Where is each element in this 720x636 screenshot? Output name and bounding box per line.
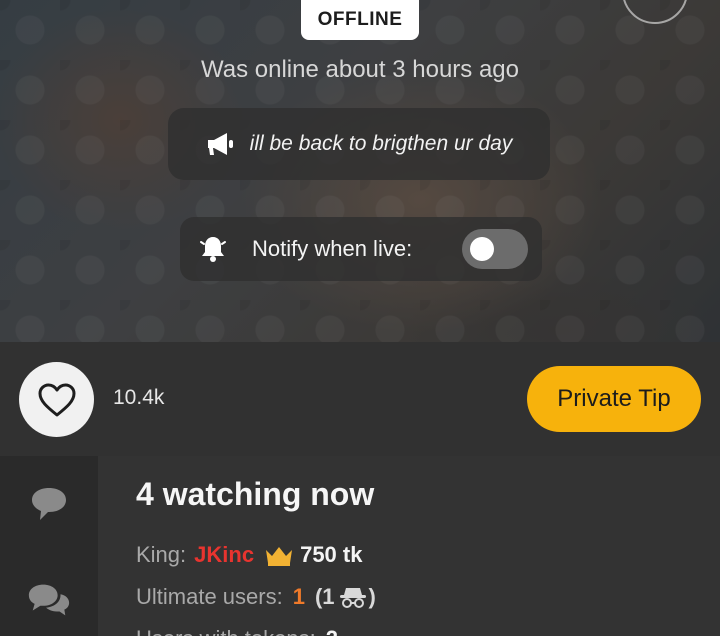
last-seen-text: Was online about 3 hours ago bbox=[201, 56, 519, 83]
offline-badge: OFFLINE bbox=[301, 0, 419, 40]
chat-bubble-icon bbox=[32, 488, 66, 520]
ultimate-anon-count: (1 ) bbox=[315, 584, 376, 610]
notify-toggle[interactable] bbox=[462, 229, 528, 269]
megaphone-icon bbox=[207, 133, 233, 155]
ultimate-anon-open: (1 bbox=[314, 584, 335, 609]
tokens-row: Users with tokens: 2 bbox=[136, 626, 338, 636]
watching-count: 4 watching now bbox=[136, 476, 375, 512]
incognito-icon bbox=[339, 588, 366, 608]
tokens-label: Users with tokens: bbox=[136, 626, 316, 636]
action-bar: 10.4k Private Tip bbox=[0, 342, 720, 456]
like-count: 10.4k bbox=[113, 386, 165, 409]
chat-tab[interactable] bbox=[26, 484, 72, 524]
ultimate-anon-close: ) bbox=[368, 584, 376, 609]
king-label: King: bbox=[136, 542, 187, 567]
ultimate-users-row: Ultimate users: 1 (1 ) bbox=[136, 584, 376, 610]
status-message-text: ill be back to brigthen ur day bbox=[249, 132, 513, 155]
side-rail bbox=[0, 456, 98, 636]
heart-icon bbox=[38, 383, 75, 416]
notify-when-live: Notify when live: bbox=[180, 217, 542, 281]
private-tip-button[interactable]: Private Tip bbox=[527, 366, 701, 432]
king-name[interactable]: JKinc bbox=[194, 542, 254, 568]
status-message: ill be back to brigthen ur day bbox=[168, 108, 550, 180]
bell-icon bbox=[200, 237, 226, 262]
crown-icon bbox=[266, 547, 293, 566]
tokens-count: 2 bbox=[326, 626, 338, 636]
like-button[interactable] bbox=[19, 362, 94, 437]
room-info-panel: 4 watching now King: JKinc 750 tk Ultima… bbox=[98, 456, 720, 636]
ultimate-count: 1 bbox=[292, 584, 305, 609]
offline-cover: OFFLINE Was online about 3 hours ago ill… bbox=[0, 0, 720, 342]
king-tokens: 750 tk bbox=[300, 542, 363, 567]
toggle-knob bbox=[470, 237, 494, 261]
notify-label: Notify when live: bbox=[252, 236, 413, 261]
messages-tab[interactable] bbox=[26, 580, 72, 620]
conversation-icon bbox=[28, 584, 70, 616]
king-row: King: JKinc 750 tk bbox=[136, 542, 362, 568]
close-icon[interactable] bbox=[622, 0, 688, 24]
ultimate-label: Ultimate users: bbox=[136, 584, 283, 609]
